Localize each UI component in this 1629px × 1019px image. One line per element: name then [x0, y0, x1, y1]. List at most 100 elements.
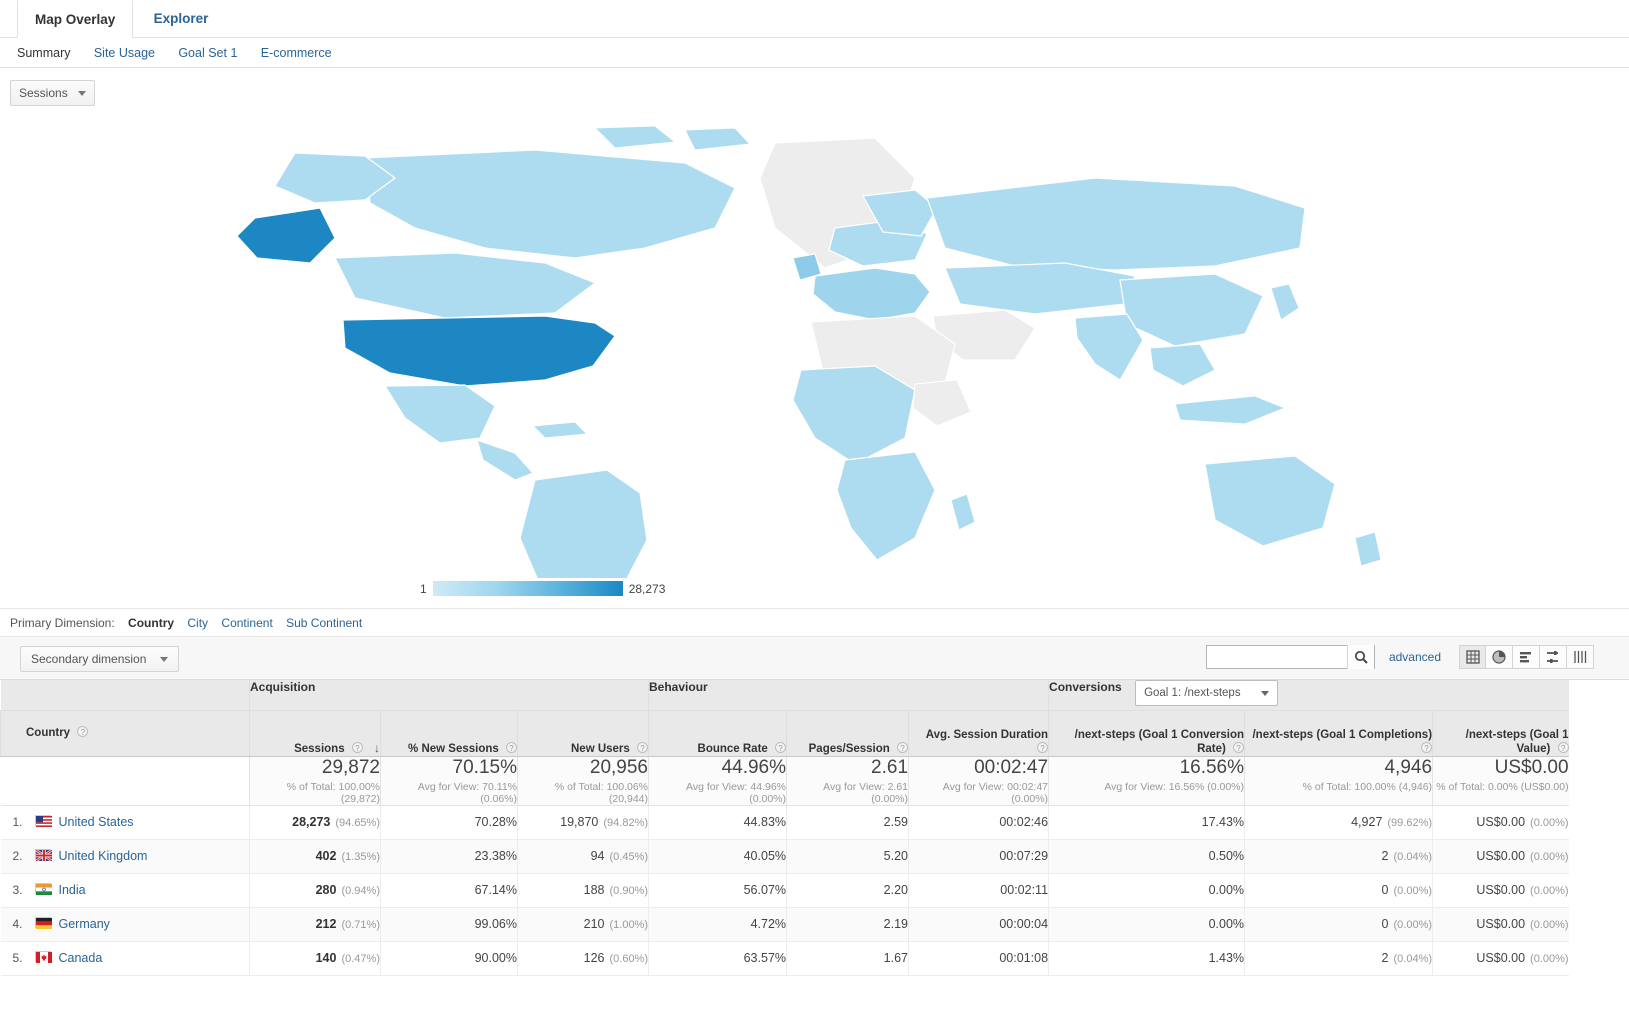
primary-dimension-city[interactable]: City [187, 616, 208, 630]
primary-dimension-country[interactable]: Country [128, 616, 174, 630]
summary-sessions: 29,872 % of Total: 100.00% (29,872) [249, 756, 381, 806]
table-column-header-row: Country ? Sessions ? ↓ % New Sessions ? … [0, 710, 1569, 757]
table-view-button[interactable] [1459, 645, 1486, 669]
comparison-view-button[interactable] [1540, 645, 1567, 669]
table-row[interactable]: 4. Germany 212 (0.71%) 99.06% 210 (1.00%) 4.72%… [0, 907, 1569, 942]
advanced-search-link[interactable]: advanced [1389, 650, 1441, 664]
col-pages-session[interactable]: Pages/Session ? [786, 710, 909, 757]
primary-dimension-label: Primary Dimension: [10, 616, 115, 630]
search-input[interactable] [1206, 646, 1347, 668]
col-bounce-rate[interactable]: Bounce Rate ? [648, 710, 787, 757]
secondary-dimension-button[interactable]: Secondary dimension [20, 646, 180, 672]
row-avg-session-duration: 00:02:46 [908, 805, 1049, 840]
primary-dimension-sub-continent[interactable]: Sub Continent [286, 616, 362, 630]
tab-map-overlay[interactable]: Map Overlay [17, 0, 134, 38]
subtab-ecommerce[interactable]: E-commerce [261, 38, 332, 68]
row-country-cell[interactable]: 2. United Kingdom [0, 839, 250, 874]
country-link[interactable]: India [59, 883, 86, 897]
summary-goal-completions-sub: % of Total: 100.00% (4,946) [1302, 780, 1433, 793]
row-new-sessions-pct: 90.00% [380, 941, 518, 976]
pivot-view-button[interactable] [1567, 645, 1594, 669]
country-link[interactable]: United Kingdom [59, 849, 148, 863]
row-new-users: 19,870 (94.82%) [516, 805, 649, 840]
table-row[interactable]: 2. United Kingdom 402 (1.35%) 23.38% 94 (0.45%… [0, 839, 1569, 874]
help-icon[interactable]: ? [1037, 741, 1049, 753]
summary-blank-cell [0, 756, 250, 806]
metric-selector-row: Sessions [0, 68, 1629, 108]
row-sessions: 28,273 (94.65%) [249, 805, 381, 840]
col-goal-conversion-rate[interactable]: /next-steps (Goal 1 Conversion Rate) ? [1048, 710, 1245, 757]
row-pages-session: 5.20 [786, 839, 909, 874]
tab-explorer[interactable]: Explorer [137, 0, 226, 38]
row-goal-completions: 2 (0.04%) [1244, 839, 1433, 874]
row-pages-session: 2.19 [786, 907, 909, 942]
summary-pages-session: 2.61 Avg for View: 2.61 (0.00%) [786, 756, 909, 806]
table-row[interactable]: 5. Canada 140 (0.47%) 90.00% 126 (0.60%) 63.57%… [0, 941, 1569, 976]
col-avg-session-duration[interactable]: Avg. Session Duration ? [908, 710, 1049, 757]
col-new-users[interactable]: New Users ? [516, 710, 649, 757]
help-icon[interactable]: ? [897, 741, 909, 753]
help-icon[interactable]: ? [1233, 741, 1245, 753]
help-icon[interactable]: ? [1557, 741, 1569, 753]
pie-chart-view-button[interactable] [1486, 645, 1513, 669]
summary-new-sessions-pct-value: 70.15% [452, 756, 517, 778]
row-goal-conversion-rate: 0.00% [1048, 907, 1245, 942]
table-row[interactable]: 1. United States 28,273 (94.65%) 70.28% 19,87… [0, 805, 1569, 840]
row-sessions: 140 (0.47%) [249, 941, 381, 976]
summary-goal-completions: 4,946 % of Total: 100.00% (4,946) [1244, 756, 1433, 806]
row-pages-session: 2.20 [786, 873, 909, 908]
col-country-label: Country [26, 727, 71, 739]
summary-avg-session-duration-sub: Avg for View: 00:02:47 (0.00%) [942, 780, 1049, 805]
summary-sessions-sub: % of Total: 100.00% (29,872) [286, 780, 380, 805]
help-icon[interactable]: ? [775, 741, 787, 753]
col-country[interactable]: Country ? [0, 710, 250, 757]
row-country-cell[interactable]: 5. Canada [0, 941, 250, 976]
help-icon[interactable]: ? [77, 726, 89, 737]
col-sessions[interactable]: Sessions ? ↓ [249, 710, 381, 757]
row-country-cell[interactable]: 3. India [0, 873, 250, 908]
flag-icon-ca [34, 951, 52, 963]
row-new-users: 126 (0.60%) [516, 941, 649, 976]
summary-new-sessions-pct-sub: Avg for View: 70.11% (0.06%) [417, 780, 517, 805]
primary-dimension-continent[interactable]: Continent [221, 616, 272, 630]
subtab-summary[interactable]: Summary [17, 38, 70, 68]
row-new-sessions-pct: 99.06% [380, 907, 518, 942]
view-type-buttons [1459, 645, 1594, 669]
summary-goal-conversion-rate-value: 16.56% [1179, 756, 1245, 778]
row-index: 1. [12, 815, 23, 829]
group-header-behaviour-label: Behaviour [649, 680, 708, 694]
search-button[interactable] [1346, 645, 1374, 669]
help-icon[interactable]: ? [506, 741, 517, 753]
subtab-goal-set-1[interactable]: Goal Set 1 [178, 38, 237, 68]
toolbar-right-group: advanced [1205, 645, 1594, 669]
performance-view-button[interactable] [1513, 645, 1540, 669]
col-goal-completions[interactable]: /next-steps (Goal 1 Completions) ? [1244, 710, 1433, 757]
summary-bounce-rate-value: 44.96% [721, 756, 787, 778]
country-link[interactable]: Canada [59, 951, 103, 965]
row-country-cell[interactable]: 1. United States [0, 805, 250, 840]
chevron-down-icon [1260, 690, 1269, 696]
search-box[interactable] [1205, 645, 1375, 669]
secondary-dimension-label: Secondary dimension [31, 652, 147, 666]
row-goal-value: US$0.00 (0.00%) [1432, 805, 1569, 840]
row-goal-conversion-rate: 17.43% [1048, 805, 1245, 840]
country-link[interactable]: United States [59, 815, 134, 829]
help-icon[interactable]: ? [1421, 741, 1433, 753]
country-link[interactable]: Germany [59, 917, 110, 931]
map-overlay-region[interactable]: 1 28,273 [10, 108, 1619, 608]
world-map[interactable] [215, 108, 1415, 578]
row-index: 3. [12, 883, 23, 897]
goal-select-dropdown[interactable]: Goal 1: /next-steps [1135, 680, 1278, 706]
table-row[interactable]: 3. India 280 (0.94%) 67.14% 188 (0.90%) 56.07% 2… [0, 873, 1569, 908]
metric-select-sessions[interactable]: Sessions [10, 80, 95, 106]
col-new-sessions-pct[interactable]: % New Sessions ? [380, 710, 518, 757]
col-goal-value[interactable]: /next-steps (Goal 1 Value) ? [1432, 710, 1569, 757]
summary-avg-session-duration-value: 00:02:47 [974, 756, 1049, 778]
subtab-site-usage[interactable]: Site Usage [94, 38, 155, 68]
summary-goal-completions-value: 4,946 [1384, 756, 1433, 778]
help-icon[interactable]: ? [351, 741, 363, 753]
row-country-cell[interactable]: 4. Germany [0, 907, 250, 942]
map-legend-max: 28,273 [628, 581, 666, 596]
help-icon[interactable]: ? [637, 741, 649, 753]
row-goal-conversion-rate: 0.50% [1048, 839, 1245, 874]
